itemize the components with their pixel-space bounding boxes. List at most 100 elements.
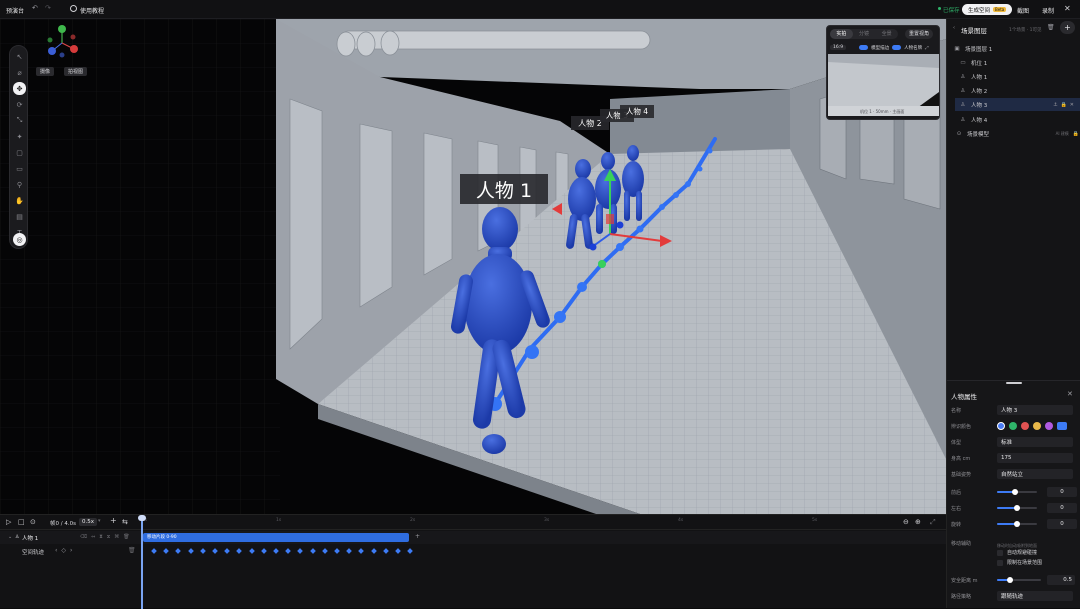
layer-item-camera[interactable]: ▭ 机位 1 (959, 56, 1080, 69)
keyframe-diamond[interactable] (199, 548, 206, 554)
tab-storyboard[interactable]: 分镜 (853, 29, 876, 39)
keyframe-diamond[interactable] (224, 548, 231, 554)
layer-item-person-3[interactable]: ♙ 人物 3 ⚓🔒✕ (955, 98, 1080, 111)
keyframe-diamond[interactable] (236, 548, 243, 554)
fit-icon[interactable]: ⤢ (930, 518, 936, 527)
zoom-out-icon[interactable]: ⊖ (903, 518, 909, 526)
keyframe-diamond[interactable] (395, 548, 401, 554)
layer-item-model[interactable]: ⊙ 场景模型 AI 建模 🔒 (955, 127, 1079, 140)
keyframe-diamond[interactable] (346, 548, 353, 554)
add-layer-button[interactable]: + (1060, 21, 1075, 34)
tutorial-link[interactable]: 使用教程 (80, 6, 104, 15)
rotation-value[interactable]: 0 (1047, 519, 1077, 529)
rotate-view-button[interactable]: 拍视图 (64, 67, 88, 76)
aspect-ratio-select[interactable]: 16:9 (830, 45, 847, 50)
keyframe-diamond[interactable] (382, 548, 389, 554)
keyframe-diamond[interactable] (163, 548, 170, 554)
rotate-icon[interactable]: ⟳ (13, 98, 26, 111)
play-icon[interactable]: ▷ (6, 518, 11, 526)
video-camera-icon[interactable]: ▭ (13, 162, 26, 175)
front-back-slider[interactable] (997, 489, 1037, 495)
layer-item-scene[interactable]: ▣ 场景图层 1 (953, 42, 1077, 55)
keyframe-nav-icon[interactable]: ‹◇› (55, 547, 76, 554)
swatch-blue[interactable] (997, 422, 1005, 430)
keyframe-diamond[interactable] (321, 548, 328, 554)
rotation-slider[interactable] (997, 521, 1037, 527)
keyframe-diamond[interactable] (151, 548, 157, 554)
speed-dropdown-icon[interactable]: ▾ (98, 518, 101, 524)
keyframe-diamond[interactable] (370, 548, 377, 554)
hand-icon[interactable]: ✋ (13, 194, 26, 207)
keyframe-row[interactable] (142, 545, 422, 558)
left-right-value[interactable]: 0 (1047, 503, 1077, 513)
light-icon[interactable]: ✦ (13, 130, 26, 143)
keyframe-diamond[interactable] (285, 548, 292, 554)
pose-select[interactable]: 自然站立 (997, 469, 1073, 479)
zoom-in-icon[interactable]: ⊕ (915, 518, 921, 526)
tab-real[interactable]: 实拍 (830, 29, 853, 39)
limit-range-checkbox[interactable] (997, 559, 1003, 566)
toggle-model-switch[interactable] (859, 45, 869, 50)
box-icon[interactable]: ▢ (13, 146, 26, 159)
safe-distance-value[interactable]: 0.5 (1047, 575, 1075, 585)
safe-distance-slider[interactable] (997, 577, 1041, 583)
body-select[interactable]: 标准 (997, 437, 1073, 447)
time-ruler[interactable]: 0s1s2s3s4s5s (142, 518, 922, 528)
swatch-purple[interactable] (1045, 422, 1053, 430)
layer-item-person-4[interactable]: ♙ 人物 4 (959, 113, 1080, 126)
image-icon[interactable]: ▤ (13, 210, 26, 223)
brush-icon[interactable]: ⌀ (13, 66, 26, 79)
lock-icon[interactable]: 🔒 (1073, 131, 1079, 137)
toggle-names-switch[interactable] (892, 45, 902, 50)
swatch-yellow[interactable] (1033, 422, 1041, 430)
gen-space-button[interactable]: 生成空间 Beta (962, 4, 1013, 15)
track-actions-icon[interactable]: ⌫⇔⧗⧖⌘🗑 (80, 534, 134, 540)
close-properties-icon[interactable]: ✕ (1067, 390, 1073, 398)
keyframe-diamond[interactable] (260, 548, 267, 554)
keyframe-diamond[interactable] (297, 548, 304, 554)
tab-panorama[interactable]: 全景 (875, 29, 898, 39)
close-icon[interactable]: ✕ (1064, 4, 1071, 13)
keyframe-diamond[interactable] (187, 548, 194, 554)
height-input[interactable]: 175 (997, 453, 1073, 463)
keyframe-diamond[interactable] (273, 548, 279, 554)
drag-handle[interactable] (1006, 382, 1022, 384)
camera-view-button[interactable]: 摄像 (36, 67, 55, 76)
select-icon[interactable]: ↖ (13, 50, 26, 63)
layer-item-person-1[interactable]: ♙ 人物 1 (959, 70, 1080, 83)
keyframe-diamond[interactable] (212, 548, 218, 554)
stop-icon[interactable]: □ (18, 518, 25, 526)
magic-icon[interactable]: ◎ (13, 233, 26, 246)
speed-select[interactable]: 0.5x (79, 518, 98, 526)
help-icon[interactable] (70, 5, 77, 12)
motion-clip[interactable]: 移动片段 0-90 (143, 533, 409, 542)
keyframe-diamond[interactable] (248, 548, 255, 554)
undo-icon[interactable]: ↶ (32, 4, 38, 12)
name-input[interactable]: 人物 3 (997, 405, 1073, 415)
add-clip-icon[interactable]: + (415, 533, 420, 540)
front-back-value[interactable]: 0 (1047, 487, 1077, 497)
reset-view-button[interactable]: 重置视角 (905, 29, 934, 39)
keyframe-diamond[interactable] (334, 548, 340, 554)
row-actions-icon[interactable]: ⚓🔒✕ (1053, 102, 1077, 108)
playhead-handle[interactable] (138, 515, 146, 521)
avoid-collision-checkbox[interactable] (997, 549, 1003, 556)
collapse-icon[interactable]: ‹ (953, 25, 955, 31)
screenshot-button[interactable]: 截图 (1017, 6, 1029, 15)
scale-icon[interactable]: ⤡ (13, 114, 26, 127)
loop-icon[interactable]: ⊙ (30, 518, 36, 526)
keyframe-diamond[interactable] (309, 548, 316, 554)
record-button[interactable]: 录制 (1042, 6, 1054, 15)
delete-keyframe-icon[interactable]: 🗑 (128, 547, 136, 554)
3d-viewport[interactable]: 人物 1 人物 2 人物 3 人物 4 摄像 拍视图 实拍 分镜 全景 重置视角… (0, 19, 946, 514)
layer-item-person-2[interactable]: ♙ 人物 2 (959, 84, 1080, 97)
path-strategy-select[interactable]: 跟随轨迹 (997, 591, 1073, 601)
swap-icon[interactable]: ⇆ (122, 518, 128, 526)
expand-icon[interactable]: ⤢ (925, 45, 929, 51)
swatch-red[interactable] (1021, 422, 1029, 430)
swatch-green[interactable] (1009, 422, 1017, 430)
swatch-custom[interactable] (1057, 422, 1067, 430)
keyframe-diamond[interactable] (358, 548, 365, 554)
expand-track-icon[interactable]: ⌄ (8, 534, 12, 540)
keyframe-diamond[interactable] (407, 548, 414, 554)
